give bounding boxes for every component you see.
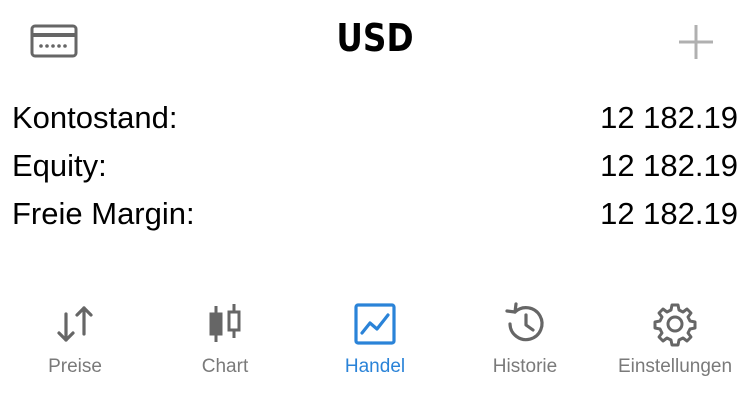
plus-icon	[679, 25, 713, 59]
add-button[interactable]	[676, 22, 716, 62]
equity-label: Equity:	[12, 148, 107, 183]
gear-icon	[653, 303, 697, 347]
balance-list: Kontostand: 12 182.19 Equity: 12 182.19 …	[12, 96, 738, 240]
balance-value: 12 182.19	[600, 100, 738, 135]
tab-label: Handel	[344, 356, 406, 377]
equity-value: 12 182.19	[600, 148, 738, 183]
history-icon	[505, 302, 544, 342]
free-margin-value: 12 182.19	[600, 196, 738, 231]
tab-einstellungen[interactable]: Einstellungen	[600, 296, 750, 396]
trade-screen: USD Kontostand: 12 182.19 Equity: 12 182…	[0, 0, 750, 400]
tab-label: Preise	[48, 356, 102, 377]
candlestick-icon	[209, 304, 241, 342]
free-margin-label: Freie Margin:	[12, 196, 195, 231]
header: USD	[0, 0, 750, 82]
tab-chart[interactable]: Chart	[150, 296, 300, 396]
trade-chart-icon	[354, 303, 396, 345]
tab-label: Chart	[201, 356, 249, 377]
balance-label: Kontostand:	[12, 100, 178, 135]
page-title: USD	[336, 16, 414, 60]
tab-bar: Preise Chart Handel Historie Einstellung…	[0, 296, 750, 396]
arrows-up-down-icon	[57, 306, 93, 342]
tab-preise[interactable]: Preise	[0, 296, 150, 396]
balance-row: Kontostand: 12 182.19	[12, 96, 738, 144]
tab-label: Einstellungen	[617, 356, 733, 377]
tab-handel[interactable]: Handel	[300, 296, 450, 396]
tab-historie[interactable]: Historie	[450, 296, 600, 396]
free-margin-row: Freie Margin: 12 182.19	[12, 192, 738, 240]
tab-label: Historie	[492, 356, 558, 377]
equity-row: Equity: 12 182.19	[12, 144, 738, 192]
